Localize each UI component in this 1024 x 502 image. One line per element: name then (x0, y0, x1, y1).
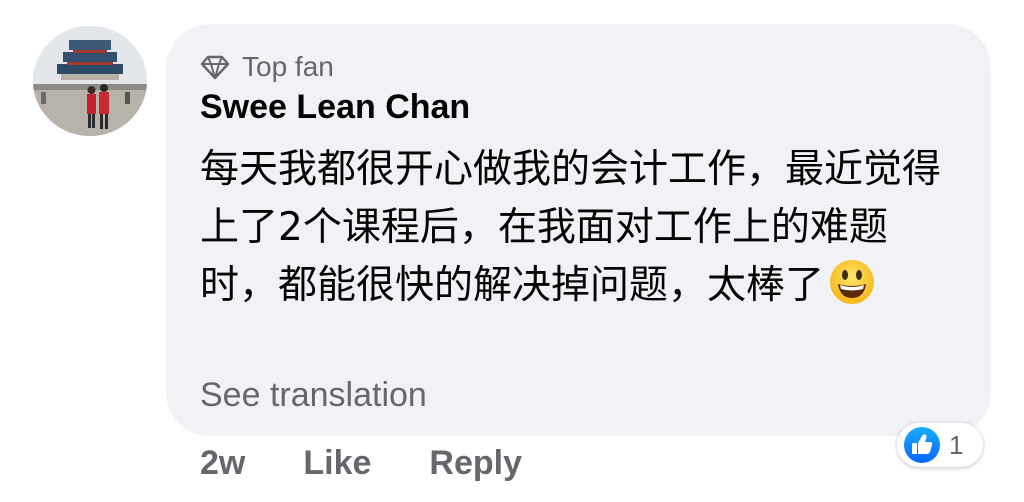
comment-actions: 2w Like Reply (200, 444, 522, 483)
badge-label: Top fan (242, 51, 334, 82)
top-fan-badge[interactable]: Top fan (200, 50, 334, 84)
timestamp[interactable]: 2w (200, 444, 245, 483)
like-button[interactable]: Like (303, 444, 371, 483)
comment-item: Top fan Swee Lean Chan 每天我都很开心做我的会计工作，最近… (0, 0, 1024, 502)
avatar-photo (33, 26, 147, 136)
comment-text-block: 每天我都很开心做我的会计工作，最近觉得上了2个课程后，在我面对工作上的难题时，都… (200, 141, 960, 315)
thumbs-up-icon (903, 426, 941, 464)
grinning-face-emoji (828, 258, 876, 306)
see-translation-link[interactable]: See translation (200, 376, 427, 415)
reply-button[interactable]: Reply (429, 444, 522, 483)
author-name[interactable]: Swee Lean Chan (200, 88, 470, 127)
reaction-summary[interactable]: 1 (897, 423, 983, 467)
reaction-count: 1 (949, 429, 964, 460)
diamond-icon (200, 54, 230, 80)
avatar[interactable] (33, 26, 147, 136)
